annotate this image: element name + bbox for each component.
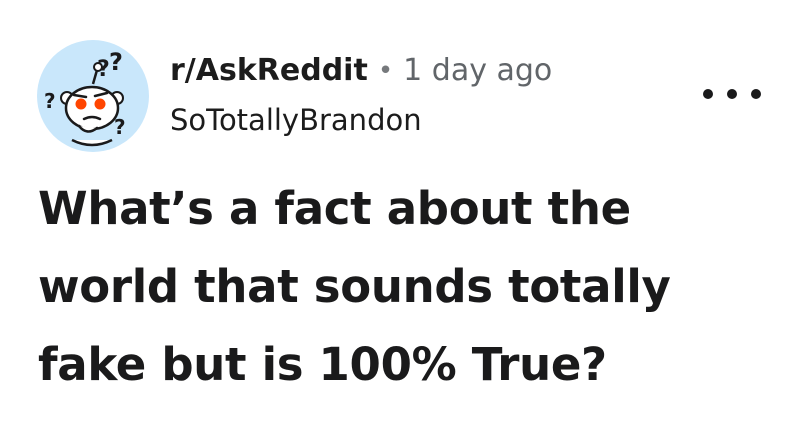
more-options-button[interactable] (703, 82, 761, 106)
subreddit-link[interactable]: r/AskReddit (170, 56, 368, 86)
meta-separator: • (377, 56, 394, 86)
subreddit-avatar[interactable]: ? ? ? ? (37, 40, 149, 152)
svg-text:?: ? (109, 48, 123, 76)
more-options-icon-dot (751, 89, 761, 99)
more-options-icon-dot (703, 89, 713, 99)
confused-snoo-avatar-icon: ? ? ? ? (44, 48, 126, 147)
post-card: ? ? ? ? r/AskReddit • 1 day ago SoTotall… (0, 0, 800, 427)
post-meta: r/AskReddit • 1 day ago SoTotallyBrandon (170, 50, 552, 135)
svg-text:?: ? (44, 89, 56, 113)
post-timestamp: 1 day ago (403, 53, 553, 88)
author-link[interactable]: SoTotallyBrandon (170, 106, 552, 135)
post-meta-line: r/AskReddit • 1 day ago (170, 50, 552, 92)
post-title[interactable]: What’s a fact about the world that sound… (38, 170, 768, 404)
more-options-icon-dot (727, 89, 737, 99)
